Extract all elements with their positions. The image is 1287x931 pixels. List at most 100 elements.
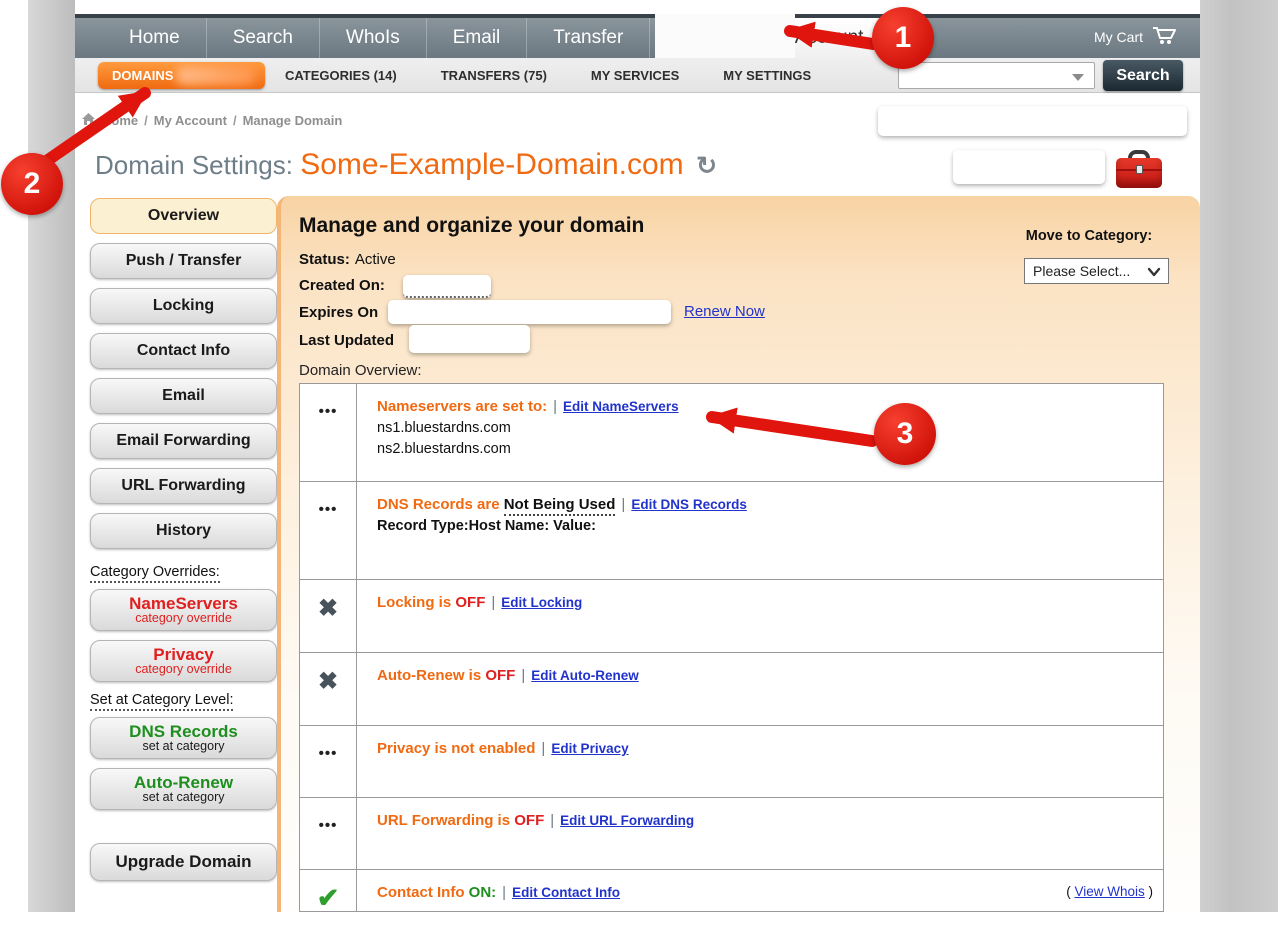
row-content-cell: DNS Records are Not Being Used|Edit DNS …: [357, 482, 1163, 579]
row-right-link: ( View Whois ): [1066, 884, 1153, 899]
check-icon: ✔: [317, 885, 340, 912]
move-to-category-select[interactable]: Please Select...: [1024, 258, 1169, 284]
status-label: Status:: [299, 251, 350, 268]
primary-nav: HomeSearchWhoIsEmailTransferSSLMy Accoun…: [75, 14, 1200, 58]
category-title: Auto-Renew: [134, 774, 233, 792]
panel-heading: Manage and organize your domain: [299, 214, 644, 238]
search-button[interactable]: Search: [1103, 60, 1183, 91]
window-right-margin: [1200, 0, 1278, 912]
edit-privacy-link[interactable]: Edit Privacy: [551, 741, 628, 756]
breadcrumb-manage-domain[interactable]: Manage Domain: [243, 113, 343, 128]
tab-search[interactable]: Search: [206, 18, 319, 58]
domain-overview-table: •••Nameservers are set to:|Edit NameServ…: [299, 383, 1164, 912]
row-title: Nameservers are set to:|Edit NameServers: [377, 398, 1151, 415]
row-content-cell: Privacy is not enabled|Edit Privacy: [357, 726, 1163, 797]
edit-auto-renew-link[interactable]: Edit Auto-Renew: [531, 668, 639, 683]
edit-url-forwarding-link[interactable]: Edit URL Forwarding: [560, 813, 694, 828]
overview-label: Domain Overview:: [299, 362, 422, 379]
row-status-cell: ✖: [300, 653, 357, 725]
breadcrumb-separator: /: [144, 113, 148, 128]
sidebar-item-locking[interactable]: Locking: [90, 288, 277, 324]
created-label: Created On:: [299, 277, 385, 294]
annotation-badge-1: 1: [872, 7, 934, 69]
sidebar-item-history[interactable]: History: [90, 513, 277, 549]
row-content-cell: Auto-Renew is OFF|Edit Auto-Renew: [357, 653, 1163, 725]
tab-whois[interactable]: WhoIs: [319, 18, 426, 58]
refresh-icon[interactable]: ↻: [696, 152, 717, 180]
row-status-cell: •••: [300, 384, 357, 481]
override-subtitle: category override: [135, 663, 232, 676]
created-line: Created On:: [299, 277, 385, 294]
sidebar-item-url-forwarding[interactable]: URL Forwarding: [90, 468, 277, 504]
domains-label: DOMAINS: [112, 68, 173, 83]
table-row: •••Nameservers are set to:|Edit NameServ…: [300, 384, 1163, 481]
tab-transfer[interactable]: Transfer: [526, 18, 649, 58]
separator: |: [621, 496, 625, 513]
tab-email[interactable]: Email: [426, 18, 527, 58]
row-title: Locking is OFF|Edit Locking: [377, 594, 1151, 611]
breadcrumb-separator: /: [233, 113, 237, 128]
row-content-cell: Contact Info ON:|Edit Contact Info( View…: [357, 870, 1163, 912]
sidebar-override-privacy[interactable]: Privacycategory override: [90, 640, 277, 682]
my-cart-button[interactable]: My Cart: [1094, 26, 1178, 48]
subnav-item-my-settings[interactable]: MY SETTINGS: [723, 68, 811, 83]
domain-name: Some-Example-Domain.com: [300, 148, 683, 181]
breadcrumb: Home / My Account / Manage Domain: [81, 112, 342, 129]
category-overrides-label: Category Overrides:: [90, 564, 220, 583]
separator: |: [521, 667, 525, 684]
sidebar-override-nameservers[interactable]: NameServerscategory override: [90, 589, 277, 631]
row-status-cell: ✖: [300, 580, 357, 652]
table-row: ✖Auto-Renew is OFF|Edit Auto-Renew: [300, 652, 1163, 725]
chevron-down-icon: [1072, 74, 1084, 81]
breadcrumb-my-account[interactable]: My Account: [154, 113, 227, 128]
dots-icon: •••: [319, 817, 338, 869]
sidebar-category-dns-records[interactable]: DNS Recordsset at category: [90, 717, 277, 759]
sidebar-item-overview[interactable]: Overview: [90, 198, 277, 234]
row-status-cell: •••: [300, 482, 357, 579]
dots-icon: •••: [319, 745, 338, 797]
sidebar-item-contact-info[interactable]: Contact Info: [90, 333, 277, 369]
row-title-segment: URL Forwarding is: [377, 812, 514, 829]
toolbox-icon[interactable]: [1116, 150, 1162, 188]
redacted-expires-date: [388, 300, 671, 324]
table-row: •••Privacy is not enabled|Edit Privacy: [300, 725, 1163, 797]
subnav-item-domains[interactable]: DOMAINS: [98, 62, 265, 89]
redacted-updated-date: [409, 325, 530, 353]
edit-nameservers-link[interactable]: Edit NameServers: [563, 399, 679, 414]
home-icon: [81, 112, 96, 129]
sidebar-item-email[interactable]: Email: [90, 378, 277, 414]
subnav-item-transfers-75-[interactable]: TRANSFERS (75): [441, 68, 547, 83]
edit-locking-link[interactable]: Edit Locking: [501, 595, 582, 610]
row-title-segment: ON:: [469, 884, 497, 901]
separator: |: [491, 594, 495, 611]
row-title: URL Forwarding is OFF|Edit URL Forwardin…: [377, 812, 1151, 829]
view-whois-link[interactable]: View Whois: [1074, 884, 1144, 899]
secondary-nav: DOMAINS CATEGORIES (14) TRANSFERS (75) MY …: [75, 58, 1200, 93]
annotation-badge-3: 3: [874, 403, 936, 465]
nameserver-value: ns1.bluestardns.com: [377, 420, 1151, 436]
separator: |: [553, 398, 557, 415]
row-content-cell: URL Forwarding is OFF|Edit URL Forwardin…: [357, 798, 1163, 869]
separator: |: [541, 740, 545, 757]
table-row: •••DNS Records are Not Being Used|Edit D…: [300, 481, 1163, 579]
move-to-category-value: Please Select...: [1033, 263, 1130, 279]
domain-search-select[interactable]: [898, 62, 1095, 89]
separator: |: [502, 884, 506, 901]
sidebar-upgrade-domain-button[interactable]: Upgrade Domain: [90, 843, 277, 881]
sidebar-item-push-transfer[interactable]: Push / Transfer: [90, 243, 277, 279]
row-status-cell: •••: [300, 798, 357, 869]
tab-home[interactable]: Home: [103, 18, 206, 58]
row-title-segment: OFF: [485, 667, 515, 684]
renew-now-link[interactable]: Renew Now: [684, 303, 765, 320]
sidebar-category-auto-renew[interactable]: Auto-Renewset at category: [90, 768, 277, 810]
sidebar-item-email-forwarding[interactable]: Email Forwarding: [90, 423, 277, 459]
subnav-item-my-services[interactable]: MY SERVICES: [591, 68, 679, 83]
edit-contact-info-link[interactable]: Edit Contact Info: [512, 885, 620, 900]
edit-dns-records-link[interactable]: Edit DNS Records: [631, 497, 747, 512]
subnav-item-categories-14-[interactable]: CATEGORIES (14): [285, 68, 397, 83]
redacted-box-top: [878, 106, 1187, 136]
row-title-segment: Not Being Used: [504, 496, 616, 516]
redacted-created-date: [403, 275, 491, 298]
row-title-segment: OFF: [455, 594, 485, 611]
breadcrumb-home[interactable]: Home: [102, 113, 138, 128]
